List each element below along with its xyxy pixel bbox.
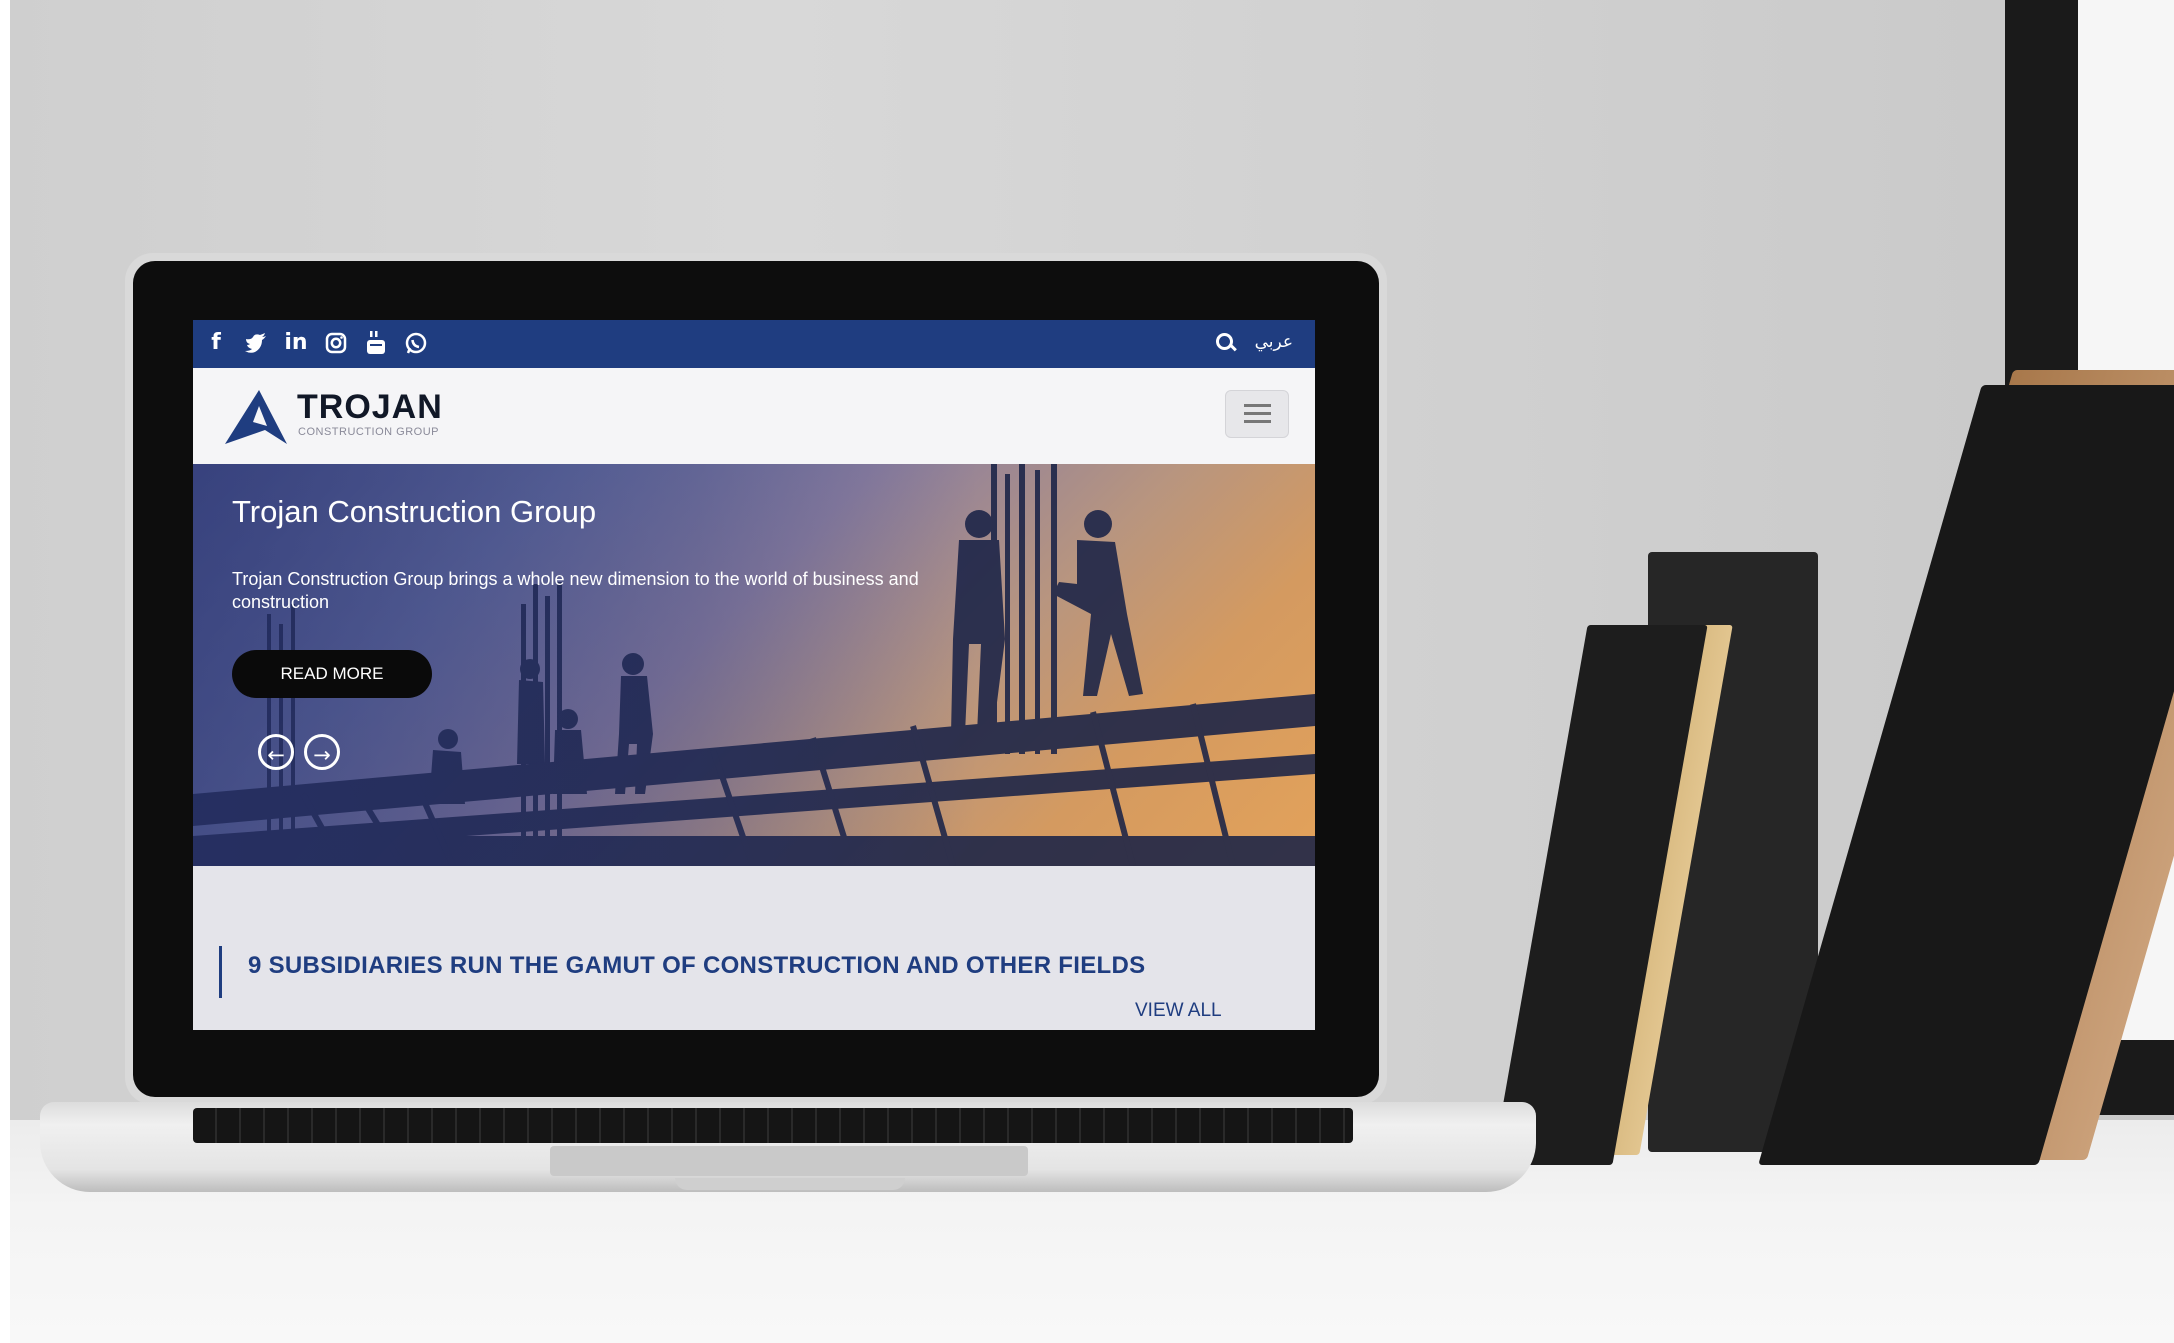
language-switch[interactable]: عربي <box>1255 332 1293 352</box>
hamburger-menu-icon[interactable] <box>1225 390 1289 438</box>
brand-name[interactable]: TROJAN <box>297 388 443 427</box>
linkedin-icon[interactable]: in <box>283 328 309 358</box>
top-bar-actions: عربي <box>1213 330 1293 354</box>
site-header: TROJAN CONSTRUCTION GROUP <box>193 368 1315 464</box>
whatsapp-icon[interactable] <box>403 328 429 358</box>
instagram-icon[interactable] <box>323 328 349 358</box>
laptop-trackpad <box>550 1146 1028 1176</box>
mockup-scene: f in عربي TROJAN CONSTRUCTION GROUP Troj… <box>0 0 2174 1343</box>
laptop-keyboard <box>193 1108 1353 1143</box>
twitter-icon[interactable] <box>243 328 269 358</box>
arrow-right-circle-icon[interactable]: → <box>304 734 340 770</box>
read-more-button[interactable]: READ MORE <box>232 650 432 698</box>
youtube-icon[interactable] <box>363 328 389 358</box>
trojan-logo-icon[interactable] <box>223 388 289 446</box>
top-bar: f in عربي <box>193 320 1315 368</box>
facebook-icon[interactable]: f <box>203 328 229 358</box>
section-accent-bar <box>219 946 222 998</box>
subsidiaries-section: 9 SUBSIDIARIES RUN THE GAMUT OF CONSTRUC… <box>193 866 1315 1030</box>
brand-tagline: CONSTRUCTION GROUP <box>298 426 439 438</box>
view-all-link[interactable]: VIEW ALL <box>1135 1000 1222 1022</box>
hero-slider: Trojan Construction Group Trojan Constru… <box>193 464 1315 866</box>
laptop-notch <box>675 1178 905 1190</box>
hero-title: Trojan Construction Group <box>232 494 597 529</box>
social-links: f in <box>203 328 429 358</box>
section-heading: 9 SUBSIDIARIES RUN THE GAMUT OF CONSTRUC… <box>248 952 1146 979</box>
arrow-left-circle-icon[interactable]: ← <box>258 734 294 770</box>
hero-description: Trojan Construction Group brings a whole… <box>232 569 919 612</box>
search-icon[interactable] <box>1213 330 1237 354</box>
laptop-screen: f in عربي TROJAN CONSTRUCTION GROUP Troj… <box>193 320 1315 1030</box>
